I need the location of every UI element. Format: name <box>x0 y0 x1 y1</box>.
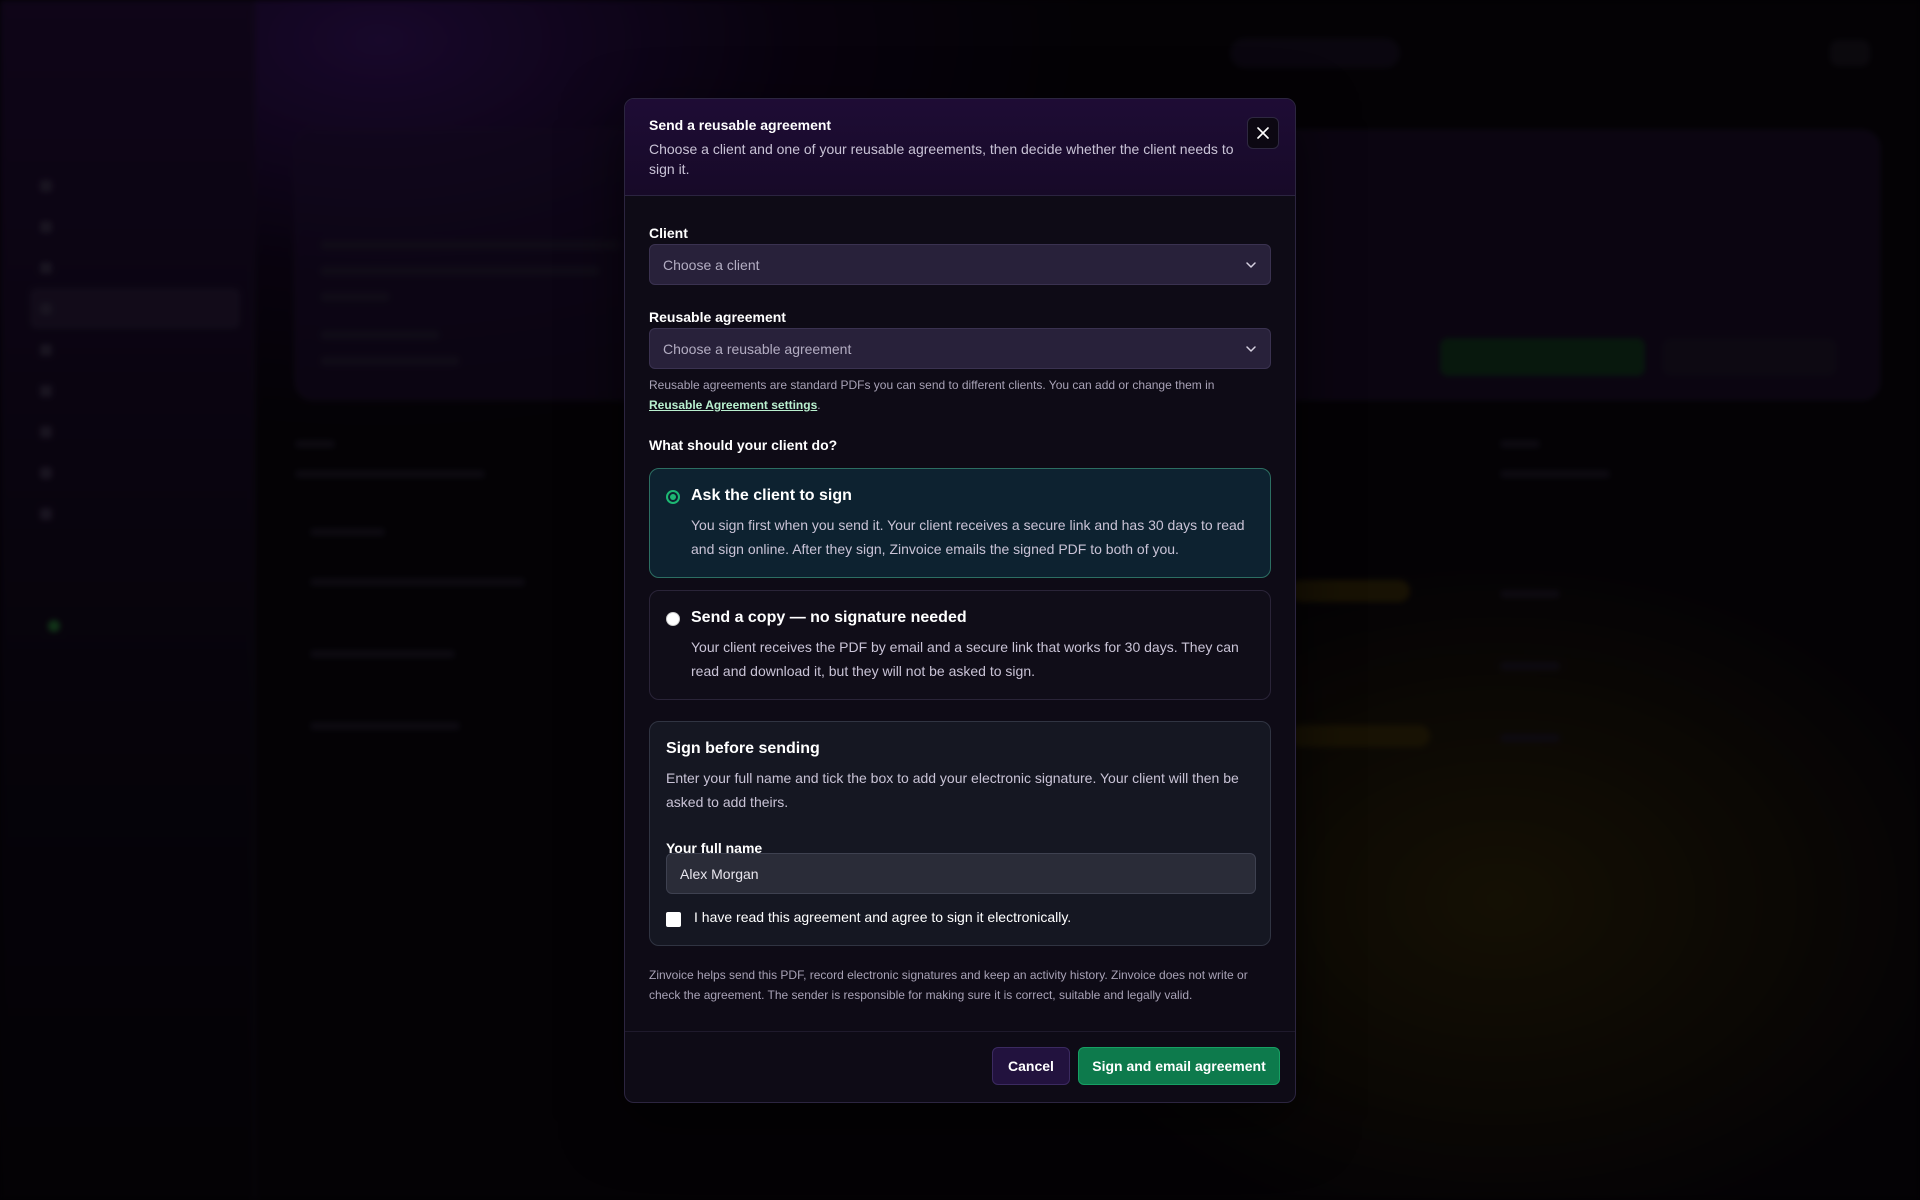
radio-send-copy[interactable] <box>666 612 680 626</box>
chevron-down-icon <box>1246 346 1256 352</box>
help-text-suffix: . <box>817 398 821 412</box>
cancel-button[interactable]: Cancel <box>992 1047 1070 1085</box>
agree-checkbox[interactable] <box>666 912 681 927</box>
option-send-copy[interactable]: Send a copy — no signature needed Your c… <box>649 590 1271 700</box>
dialog-header: Send a reusable agreement Choose a clien… <box>625 99 1295 196</box>
radio-ask-to-sign[interactable] <box>666 490 680 504</box>
sign-before-sending-panel: Sign before sending Enter your full name… <box>649 721 1271 946</box>
disclaimer-text: Zinvoice helps send this PDF, record ele… <box>649 968 1248 1002</box>
sign-section-description: Enter your full name and tick the box to… <box>666 770 1239 810</box>
client-label: Client <box>649 225 688 241</box>
option-ask-to-sign[interactable]: Ask the client to sign You sign first wh… <box>649 468 1271 578</box>
client-action-question: What should your client do? <box>649 437 838 453</box>
option-title: Ask the client to sign <box>691 487 852 504</box>
agreement-select[interactable]: Choose a reusable agreement <box>649 328 1271 369</box>
option-description: You sign first when you send it. Your cl… <box>691 517 1245 557</box>
client-select-value: Choose a client <box>663 256 760 273</box>
close-icon <box>1257 127 1269 139</box>
agreement-label: Reusable agreement <box>649 309 786 325</box>
close-button[interactable] <box>1247 117 1279 149</box>
agree-checkbox-label[interactable]: I have read this agreement and agree to … <box>694 909 1071 925</box>
agreement-select-value: Choose a reusable agreement <box>663 340 852 357</box>
footer-divider <box>625 1031 1295 1032</box>
option-description: Your client receives the PDF by email an… <box>691 639 1239 679</box>
send-agreement-dialog: Send a reusable agreement Choose a clien… <box>624 98 1296 1103</box>
sign-and-email-button[interactable]: Sign and email agreement <box>1078 1047 1280 1085</box>
sign-section-title: Sign before sending <box>666 740 820 757</box>
dialog-title: Send a reusable agreement <box>649 117 832 133</box>
dialog-subtitle: Choose a client and one of your reusable… <box>649 141 1234 177</box>
chevron-down-icon <box>1246 262 1256 268</box>
full-name-input[interactable] <box>666 853 1256 894</box>
client-select[interactable]: Choose a client <box>649 244 1271 285</box>
agreement-help-text: Reusable agreements are standard PDFs yo… <box>649 375 1271 415</box>
option-title: Send a copy — no signature needed <box>691 609 967 626</box>
help-text-prefix: Reusable agreements are standard PDFs yo… <box>649 378 1215 392</box>
reusable-agreement-settings-link[interactable]: Reusable Agreement settings <box>649 398 817 412</box>
